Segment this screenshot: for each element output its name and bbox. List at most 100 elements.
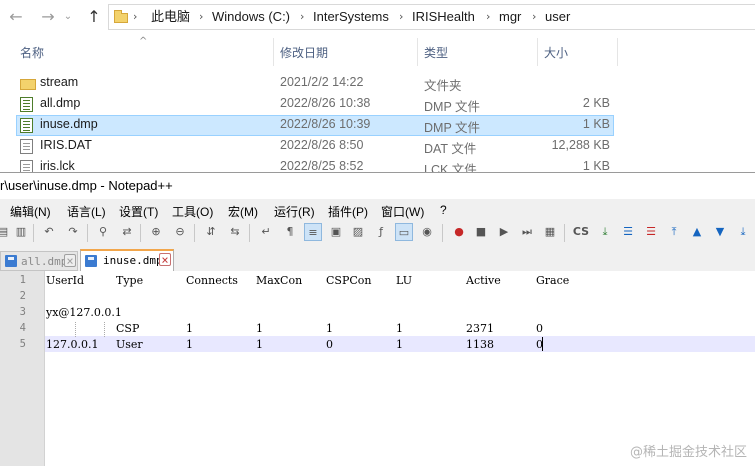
paste-icon[interactable]: ▥ — [12, 223, 30, 241]
menu-window[interactable]: 窗口(W) — [381, 203, 424, 220]
close-tab-icon[interactable]: × — [64, 254, 76, 267]
chevron-right-icon[interactable]: › — [199, 5, 203, 29]
forward-arrow-icon[interactable]: → — [38, 6, 58, 28]
menu-tools[interactable]: 工具(O) — [172, 203, 213, 220]
file-name: iris.lck — [40, 159, 75, 172]
text-cell: 1 — [186, 322, 193, 335]
file-size: 1 KB — [582, 117, 610, 131]
user-defined-language-icon[interactable]: ▣ — [327, 223, 345, 241]
text-cell: 1 — [396, 338, 403, 351]
menu-settings[interactable]: 设置(T) — [119, 203, 158, 220]
run-macro-multiple-icon[interactable]: ⏭ — [518, 223, 536, 241]
column-header-type[interactable]: 类型 — [424, 44, 448, 62]
header-cell: Active — [466, 274, 501, 287]
menu-macro[interactable]: 宏(M) — [228, 203, 258, 220]
move-down-icon[interactable]: ▼ — [711, 223, 729, 241]
column-divider[interactable] — [537, 38, 538, 66]
file-type: LCK 文件 — [424, 163, 477, 172]
menu-edit[interactable]: 编辑(N) — [10, 203, 51, 220]
function-list-icon[interactable]: ƒ — [372, 223, 390, 241]
plugin-panel-icon[interactable]: ☰ — [619, 223, 637, 241]
toolbar-separator — [194, 224, 195, 242]
header-cell: Connects — [186, 274, 238, 287]
tab-inuse-dmp[interactable]: inuse.dmp × — [80, 249, 174, 271]
show-all-characters-icon[interactable]: ¶ — [281, 223, 299, 241]
word-wrap-icon[interactable]: ↵ — [257, 223, 275, 241]
column-header-name[interactable]: 名称 — [20, 44, 44, 62]
sync-horizontal-icon[interactable]: ⇆ — [226, 223, 244, 241]
chevron-right-icon[interactable]: › — [133, 5, 137, 29]
toolbar-separator — [249, 224, 250, 242]
playback-macro-icon[interactable]: ▶ — [495, 223, 513, 241]
document-map-icon[interactable]: ▨ — [349, 223, 367, 241]
tab-all-dmp[interactable]: all.dmp × — [0, 251, 78, 271]
header-cell: MaxCon — [256, 274, 303, 287]
chevron-right-icon[interactable]: › — [399, 5, 403, 29]
monitoring-icon[interactable]: ◉ — [418, 223, 436, 241]
breadcrumb-intersystems[interactable]: InterSystems — [313, 5, 389, 29]
file-icon — [20, 139, 33, 154]
move-bottom-icon[interactable]: ⤓ — [734, 223, 752, 241]
folder-icon — [114, 10, 128, 23]
column-divider[interactable] — [617, 38, 618, 66]
window-title: r\user\inuse.dmp - Notepad++ — [0, 173, 755, 199]
column-divider[interactable] — [417, 38, 418, 66]
menu-plugins[interactable]: 插件(P) — [328, 203, 368, 220]
move-up-icon[interactable]: ▲ — [688, 223, 706, 241]
chevron-right-icon[interactable]: › — [300, 5, 304, 29]
save-all-icon[interactable]: ▤ — [0, 223, 12, 241]
folder-as-workspace-icon[interactable]: ▭ — [395, 223, 413, 241]
plugin-list-icon[interactable]: ☰ — [642, 223, 660, 241]
recent-locations-chevron-icon[interactable]: ⌄ — [58, 6, 78, 28]
zoom-in-icon[interactable]: ⊕ — [147, 223, 165, 241]
menu-language[interactable]: 语言(L) — [67, 203, 106, 220]
cs-plugin-icon[interactable]: CS — [572, 223, 590, 241]
file-row-iris-lck[interactable]: iris.lck 2022/8/25 8:52 LCK 文件 1 KB — [16, 157, 614, 172]
menu-run[interactable]: 运行(R) — [274, 203, 315, 220]
toolbar-separator — [442, 224, 443, 242]
tab-label: inuse.dmp — [103, 254, 163, 267]
dmp-file-icon — [20, 118, 33, 133]
column-header-modified[interactable]: 修改日期 — [280, 44, 328, 62]
saved-file-icon — [5, 255, 17, 267]
chevron-right-icon[interactable]: › — [532, 5, 536, 29]
breadcrumb-irishealth[interactable]: IRISHealth — [412, 5, 475, 29]
file-row-all-dmp[interactable]: all.dmp 2022/8/26 10:38 DMP 文件 2 KB — [16, 94, 614, 115]
text-cell: 0 — [536, 322, 543, 335]
redo-icon[interactable]: ↷ — [64, 223, 82, 241]
replace-icon[interactable]: ⇄ — [118, 223, 136, 241]
column-header-size[interactable]: 大小 — [544, 44, 568, 62]
indent-guide-icon[interactable]: ≡ — [304, 223, 322, 241]
breadcrumb-user[interactable]: user — [545, 5, 570, 29]
stop-recording-icon[interactable]: ■ — [472, 223, 490, 241]
close-tab-icon[interactable]: × — [159, 253, 171, 266]
file-row-iris-dat[interactable]: IRIS.DAT 2022/8/26 8:50 DAT 文件 12,288 KB — [16, 136, 614, 157]
text-cell: 1 — [256, 322, 263, 335]
find-icon[interactable]: ⚲ — [94, 223, 112, 241]
save-macro-icon[interactable]: ▦ — [541, 223, 559, 241]
column-divider[interactable] — [273, 38, 274, 66]
file-icon — [20, 160, 33, 172]
text-cell: 127.0.0.1 — [46, 338, 99, 351]
file-type: 文件夹 — [424, 79, 462, 93]
back-arrow-icon[interactable]: ← — [6, 6, 26, 28]
file-row-inuse-dmp[interactable]: inuse.dmp 2022/8/26 10:39 DMP 文件 1 KB — [16, 115, 614, 136]
breadcrumb-windows-c[interactable]: Windows (C:) — [212, 5, 290, 29]
toolbar: ▤ ▥ ↶ ↷ ⚲ ⇄ ⊕ ⊖ ⇵ ⇆ ↵ ¶ ≡ ▣ ▨ ƒ ▭ ◉ ● ■ … — [0, 221, 755, 245]
record-macro-icon[interactable]: ● — [450, 223, 468, 241]
editor-area[interactable]: 1 2 3 4 5 UserId Type Connects MaxCon CS… — [0, 271, 755, 466]
plugin-download-icon[interactable]: ⤓ — [596, 223, 614, 241]
undo-icon[interactable]: ↶ — [40, 223, 58, 241]
chevron-right-icon[interactable]: › — [486, 5, 490, 29]
up-arrow-icon[interactable]: ↑ — [84, 6, 104, 28]
file-row-stream[interactable]: stream 2021/2/2 14:22 文件夹 — [16, 73, 614, 94]
file-modified: 2022/8/26 8:50 — [280, 138, 364, 152]
breadcrumb-this-pc[interactable]: 此电脑 — [151, 5, 190, 29]
zoom-out-icon[interactable]: ⊖ — [171, 223, 189, 241]
breadcrumb-mgr[interactable]: mgr — [499, 5, 521, 29]
text-cell: 2371 — [466, 322, 494, 335]
move-top-icon[interactable]: ⤒ — [665, 223, 683, 241]
address-bar[interactable]: › 此电脑 › Windows (C:) › InterSystems › IR… — [108, 4, 755, 30]
menu-help[interactable]: ? — [440, 203, 447, 217]
sync-vertical-icon[interactable]: ⇵ — [202, 223, 220, 241]
